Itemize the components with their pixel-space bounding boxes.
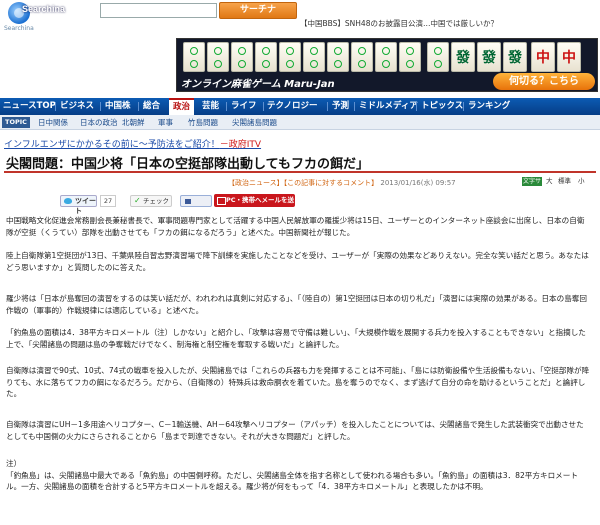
article-paragraph: 自衛隊は演習にUH－1多用途ヘリコプター、C－1輸送機、AH－64攻撃ヘリコプタ… bbox=[6, 420, 584, 441]
mahjong-tile: 中 bbox=[557, 42, 581, 72]
promo-link[interactable]: インフルエンザにかかるその前に～予防法をご紹介！－政府ITV bbox=[4, 137, 261, 150]
nav-item-middle-media[interactable]: ミドルメディア bbox=[359, 98, 418, 115]
font-size-large-button[interactable]: 大 bbox=[546, 177, 553, 186]
mahjong-tile bbox=[255, 42, 277, 72]
font-size-normal-button[interactable]: 標準 bbox=[558, 177, 571, 186]
meta-comment-link[interactable]: 【この記事に対するコメント】 bbox=[284, 179, 379, 187]
subnav-item-japan-china[interactable]: 日中関係 bbox=[38, 117, 68, 128]
mahjong-tile bbox=[427, 42, 449, 72]
article-paragraph: 羅少将は「日本が島奪回の演習をするのは笑い話だが、われわれは真剣に対応する」、「… bbox=[6, 294, 588, 315]
nav-item-entertainment[interactable]: 芸能 bbox=[202, 98, 219, 115]
search-input[interactable] bbox=[100, 3, 217, 18]
nav-item-news-top[interactable]: ニュースTOP bbox=[3, 98, 56, 115]
facebook-like-button[interactable] bbox=[180, 195, 212, 207]
nav-item-business[interactable]: ビジネス bbox=[60, 98, 94, 115]
main-nav: ニュースTOP ビジネス 中国株 総合 政治 芸能 ライフ テクノロジー 予測 … bbox=[0, 98, 600, 115]
article-paragraph: 陸上自衛隊第1空挺団が13日、千葉県陸自習志野演習場で降下訓練を実施したことなど… bbox=[6, 251, 589, 272]
searchina-logo[interactable]: Searchina Searchina bbox=[4, 2, 65, 32]
logo-subtext: Searchina bbox=[4, 25, 34, 32]
font-size-small-button[interactable]: 小 bbox=[578, 177, 585, 186]
news-ticker[interactable]: 【中国BBS】SNH48のお披露目公演…中国では厳しいか？ bbox=[300, 18, 598, 30]
nav-item-topics[interactable]: トピックス bbox=[421, 98, 463, 115]
tweet-button[interactable]: ツイート bbox=[60, 195, 97, 215]
nav-item-life[interactable]: ライフ bbox=[231, 98, 257, 115]
mahjong-tile bbox=[183, 42, 205, 72]
search-button[interactable]: サーチナ bbox=[219, 2, 297, 19]
subnav-item-takeshima[interactable]: 竹島問題 bbox=[188, 117, 218, 128]
subnav-item-military[interactable]: 軍事 bbox=[158, 117, 173, 128]
article-paragraph: 「釣魚島の面積は4．38平方キロメートル（注）しかない」と紹介し、「攻撃は容易で… bbox=[6, 328, 586, 349]
nav-item-china-stocks[interactable]: 中国株 bbox=[105, 98, 131, 115]
tweet-count: 27 bbox=[100, 195, 116, 207]
article-meta: 【政治ニュース】【この記事に対するコメント】 2013/01/16(水) 09:… bbox=[228, 178, 456, 188]
mahjong-tile bbox=[231, 42, 253, 72]
mahjong-tile bbox=[351, 42, 373, 72]
mahjong-tile: 發 bbox=[503, 42, 527, 72]
font-size-label: 文字サイズ bbox=[522, 177, 542, 194]
article-paragraph: 中国戦略文化促進会常務副会長兼秘書長で、軍事問題専門家として活躍する中国人民解放… bbox=[6, 216, 585, 237]
meta-date: 2013/01/16(水) 09:57 bbox=[380, 179, 456, 187]
article-note: 注） 「釣魚島」は、尖閣諸島中最大である「魚釣島」の中国側呼称。ただし、尖閣諸島… bbox=[6, 459, 578, 492]
promo-text[interactable]: インフルエンザにかかるその前に～予防法をご紹介！ bbox=[4, 140, 220, 150]
ad-banner[interactable]: 發 發 發 中 中 オンライン麻雀ゲーム Maru-Jan 何切る？こちら bbox=[176, 38, 598, 92]
mahjong-tile: 發 bbox=[451, 42, 475, 72]
mahjong-tile bbox=[327, 42, 349, 72]
nav-item-general[interactable]: 総合 bbox=[143, 98, 160, 115]
mahjong-tile bbox=[279, 42, 301, 72]
nav-item-technology[interactable]: テクノロジー bbox=[267, 98, 318, 115]
mahjong-tile bbox=[375, 42, 397, 72]
mahjong-tile bbox=[399, 42, 421, 72]
pc-mail-button[interactable]: PC・携帯へメールを送る bbox=[214, 194, 295, 217]
mahjong-tile bbox=[303, 42, 325, 72]
subnav-item-north-korea[interactable]: 北朝鮮 bbox=[122, 117, 145, 128]
logo-text: Searchina bbox=[22, 4, 66, 14]
banner-title: オンライン麻雀ゲーム Maru-Jan bbox=[181, 79, 335, 90]
banner-cta-button[interactable]: 何切る？こちら bbox=[493, 73, 595, 90]
ticker-text[interactable]: 【中国BBS】SNH48のお披露目公演…中国では厳しいか？ bbox=[300, 19, 498, 28]
subnav-item-senkaku[interactable]: 尖閣諸島問題 bbox=[232, 117, 277, 128]
mahjong-tile: 發 bbox=[477, 42, 501, 72]
article-headline: 尖閣問題：中国少将「日本の空挺部隊出動してもフカの餌だ」 bbox=[6, 157, 369, 172]
topic-label: TOPIC bbox=[2, 117, 30, 128]
nav-item-politics[interactable]: 政治 bbox=[169, 98, 195, 115]
topic-subnav: TOPIC 日中関係 日本の政治 北朝鮮 軍事 竹島問題 尖閣諸島問題 bbox=[0, 115, 600, 130]
mahjong-tile: 中 bbox=[531, 42, 555, 72]
check-button[interactable]: チェック bbox=[130, 195, 172, 207]
promo-suffix[interactable]: －政府ITV bbox=[220, 140, 261, 150]
nav-item-ranking[interactable]: ランキング bbox=[468, 98, 510, 115]
mahjong-tile bbox=[207, 42, 229, 72]
nav-item-forecast[interactable]: 予測 bbox=[332, 98, 349, 115]
subnav-item-japan-politics[interactable]: 日本の政治 bbox=[80, 117, 118, 128]
site-header: Searchina Searchina サーチナ 【中国BBS】SNH48のお披… bbox=[0, 0, 600, 96]
meta-source-link[interactable]: 【政治ニュース】 bbox=[228, 179, 284, 187]
article-paragraph: 自衛隊は演習で90式、10式、74式の戦車を投入したが、尖閣諸島では「これらの兵… bbox=[6, 366, 590, 399]
headline-divider bbox=[4, 171, 596, 173]
